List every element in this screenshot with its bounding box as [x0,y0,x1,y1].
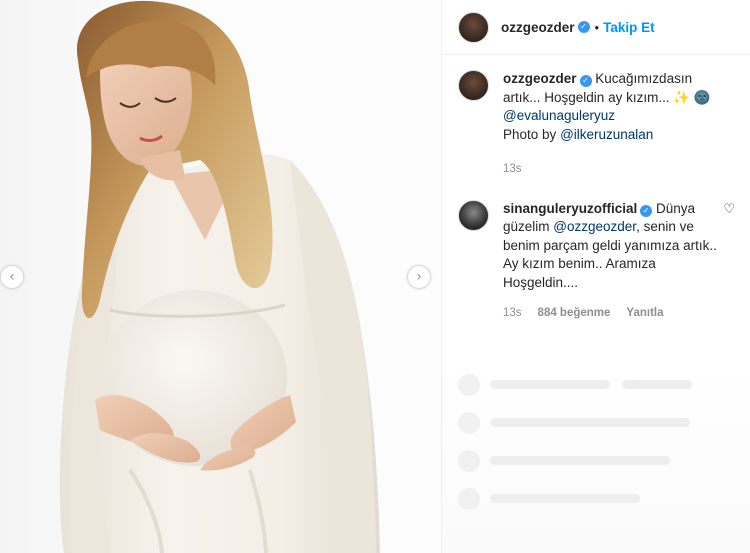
separator-dot: • [594,19,600,35]
faded-background-area [442,360,750,553]
chevron-right-icon: › [416,269,422,285]
ghost-avatar-icon [458,412,480,434]
sparkles-emoji-icon: ✨ [673,89,691,105]
chevron-left-icon: ‹ [9,269,15,285]
comment-body: sinanguleryuzofficial ✓ Dünya güzelim @oz… [503,200,721,323]
avatar[interactable] [458,199,489,231]
verified-badge-icon: ✓ [640,204,653,217]
follow-button[interactable]: Takip Et [603,20,655,35]
verified-badge-icon: ✓ [579,75,592,87]
caption-meta: 13s [503,160,721,179]
ghost-line [490,494,640,503]
photo-credit-label: Photo by [503,126,557,142]
reply-button[interactable]: Yanıtla [626,304,663,323]
mention-link[interactable]: @ilkeruzunalan [560,127,653,142]
ghost-avatar-icon [458,374,480,396]
ghost-line [490,418,690,427]
post-photo[interactable]: ‹ › [0,0,441,553]
timestamp[interactable]: 13s [503,304,522,323]
ghost-line [490,380,610,389]
post-side-panel: ozzgeozder ✓ • Takip Et ozzgeozder ✓ Kuca… [441,0,750,553]
avatar[interactable] [458,70,489,101]
likes-count[interactable]: 884 beğenme [538,304,611,323]
ghost-line [490,456,670,465]
timestamp[interactable]: 13s [503,160,522,179]
heart-icon[interactable]: ♡ [723,202,735,217]
mention-link[interactable]: @ozzgeozder [553,219,636,234]
ghost-avatar-icon [458,450,480,472]
crescent-emoji-icon: 🌚 [693,89,711,105]
caption-text-2: Hoşgeldin ay kızım... [544,89,670,105]
comment-username[interactable]: sinanguleryuzofficial [503,201,637,216]
post-header: ozzgeozder ✓ • Takip Et [442,0,750,55]
ghost-avatar-icon [458,488,480,510]
mention-link[interactable]: @evalunaguleryuz [503,108,615,123]
caption-username[interactable]: ozzgeozder [503,71,577,86]
caption-comment: ozzgeozder ✓ Kucağımızdasın artık... Hoşg… [442,70,750,179]
comments-list: ozzgeozder ✓ Kucağımızdasın artık... Hoşg… [442,70,750,323]
woman-portrait-image [59,0,380,553]
verified-badge-icon: ✓ [577,21,590,33]
previous-photo-button[interactable]: ‹ [0,265,24,289]
comment-item: sinanguleryuzofficial ✓ Dünya güzelim @oz… [442,199,750,323]
post-username[interactable]: ozzgeozder [501,20,575,35]
caption-body: ozzgeozder ✓ Kucağımızdasın artık... Hoşg… [503,70,721,179]
next-photo-button[interactable]: › [407,265,431,289]
ghost-line [622,380,692,389]
comment-meta: 13s 884 beğenme Yanıtla [503,304,721,323]
avatar[interactable] [458,11,489,43]
